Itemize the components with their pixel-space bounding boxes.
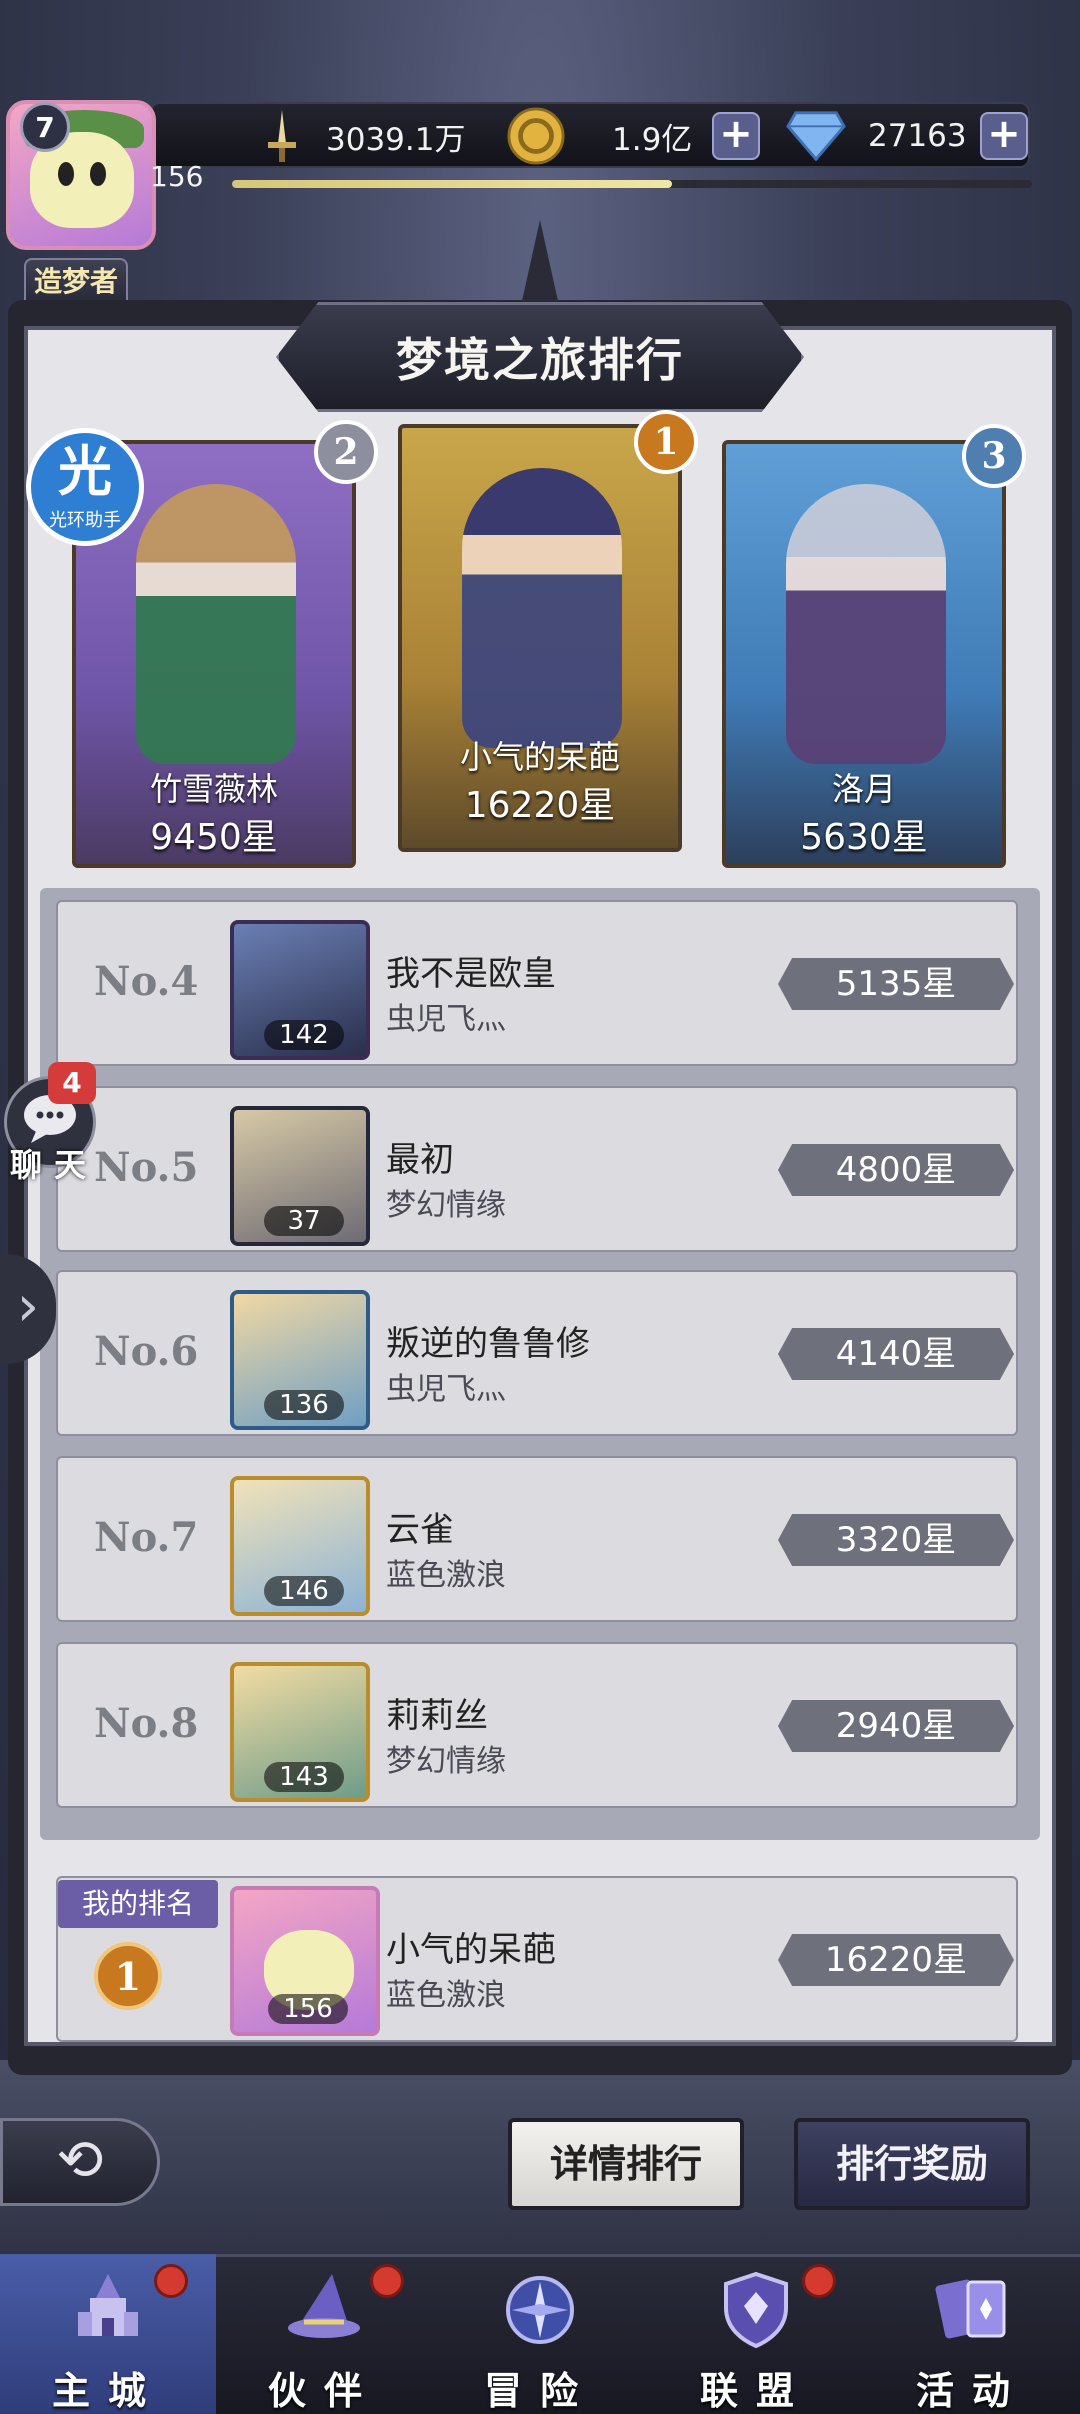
podium-stars: 5630星 <box>800 817 928 858</box>
player-portrait: 146 <box>230 1476 370 1616</box>
my-star-count: 16220星 <box>778 1934 1014 1986</box>
gold-coin-icon <box>506 106 566 166</box>
shield-icon <box>714 2268 798 2352</box>
diamond-resource: 27163 <box>786 106 967 166</box>
portrait-level: 136 <box>264 1390 344 1420</box>
rank-number: No.6 <box>94 1328 199 1375</box>
add-diamond-button[interactable]: + <box>980 112 1028 160</box>
podium-stars: 16220星 <box>464 785 616 826</box>
rank-number: No.7 <box>94 1514 199 1561</box>
my-rank-medal-icon: 1 <box>94 1942 162 2010</box>
diamond-value: 27163 <box>868 118 967 154</box>
notification-dot <box>370 2264 404 2298</box>
castle-icon <box>66 2268 150 2352</box>
player-name: 云雀 <box>386 1510 454 1550</box>
notification-dot <box>154 2264 188 2298</box>
player-name: 莉莉丝 <box>386 1696 488 1736</box>
my-name: 小气的呆葩 <box>386 1930 556 1970</box>
character-portrait <box>136 484 296 764</box>
vip-level-badge: 7 <box>20 102 70 152</box>
gold-value: 1.9亿 <box>612 121 693 158</box>
player-name: 最初 <box>386 1140 454 1180</box>
helper-label: 光环助手 <box>49 510 121 531</box>
portrait-level: 37 <box>264 1206 344 1236</box>
ranking-row[interactable]: No.8 143 莉莉丝 梦幻情缘 2940星 <box>56 1642 1018 1808</box>
ranking-reward-button[interactable]: 排行奖励 <box>794 2118 1030 2210</box>
star-count: 4800星 <box>778 1144 1014 1196</box>
portrait-level: 143 <box>264 1762 344 1792</box>
helper-glyph: 光 <box>58 440 112 503</box>
cards-icon <box>930 2268 1014 2352</box>
podium-stars: 9450星 <box>150 817 278 858</box>
power-resource: 3039.1万 <box>252 106 465 166</box>
compass-icon <box>498 2268 582 2352</box>
portrait-level: 156 <box>268 1994 348 2024</box>
rank-medal-icon: 3 <box>962 424 1026 488</box>
podium-card-rank-1[interactable]: 小气的呆葩 16220星 <box>398 424 682 852</box>
guild-name: 梦幻情缘 <box>386 1188 506 1223</box>
sword-icon <box>252 106 312 166</box>
rank-medal-icon: 2 <box>314 420 378 484</box>
rank-number: No.8 <box>94 1700 199 1747</box>
my-rank-label: 我的排名 <box>58 1880 218 1928</box>
player-portrait: 143 <box>230 1662 370 1802</box>
player-portrait: 142 <box>230 920 370 1060</box>
nav-label: 冒险 <box>483 2369 596 2413</box>
power-value: 3039.1万 <box>326 121 466 158</box>
nav-label: 联盟 <box>699 2369 812 2413</box>
panel-title-banner: 梦境之旅排行 <box>276 302 804 412</box>
star-count: 3320星 <box>778 1514 1014 1566</box>
character-portrait <box>786 484 946 764</box>
rank-number: No.5 <box>94 1144 199 1191</box>
my-portrait: 156 <box>230 1886 380 2036</box>
podium-name: 小气的呆葩 <box>459 738 620 776</box>
panel-title: 梦境之旅排行 <box>396 333 684 387</box>
ranking-row[interactable]: No.6 136 叛逆的鲁鲁修 虫児飞灬 4140星 <box>56 1270 1018 1436</box>
portrait-level: 142 <box>264 1020 344 1050</box>
gold-resource: 1.9亿 <box>506 106 692 166</box>
player-level: 156 <box>150 160 204 193</box>
nav-item-events[interactable]: 活动 <box>864 2254 1080 2414</box>
nav-label: 伙伴 <box>267 2369 380 2413</box>
xp-progress-track <box>232 180 1032 188</box>
add-gold-button[interactable]: + <box>712 112 760 160</box>
chat-unread-badge: 4 <box>48 1062 96 1104</box>
my-guild: 蓝色激浪 <box>386 1978 506 2013</box>
nav-item-adventure[interactable]: 冒险 <box>432 2254 648 2414</box>
player-portrait: 136 <box>230 1290 370 1430</box>
ranking-row[interactable]: No.7 146 云雀 蓝色激浪 3320星 <box>56 1456 1018 1622</box>
player-name: 我不是欧皇 <box>386 954 556 994</box>
star-count: 5135星 <box>778 958 1014 1010</box>
detail-ranking-button[interactable]: 详情排行 <box>508 2118 744 2210</box>
ranking-row[interactable]: No.4 142 我不是欧皇 虫児飞灬 5135星 <box>56 900 1018 1066</box>
guild-name: 梦幻情缘 <box>386 1744 506 1779</box>
player-portrait: 37 <box>230 1106 370 1246</box>
guild-name: 蓝色激浪 <box>386 1558 506 1593</box>
guild-name: 虫児飞灬 <box>386 1002 506 1037</box>
helper-button[interactable]: 光 光环助手 <box>26 428 144 546</box>
diamond-icon <box>786 106 846 166</box>
xp-progress-fill <box>232 180 672 188</box>
portrait-level: 146 <box>264 1576 344 1606</box>
ranking-row[interactable]: No.5 37 最初 梦幻情缘 4800星 <box>56 1086 1018 1252</box>
nav-label: 主城 <box>51 2369 164 2413</box>
chat-label: 聊天 <box>10 1146 99 1184</box>
character-portrait <box>462 468 622 748</box>
podium-name: 洛月 <box>831 770 896 808</box>
guild-name: 虫児飞灬 <box>386 1372 506 1407</box>
back-button[interactable]: ⟲ <box>0 2118 160 2206</box>
podium-card-rank-3[interactable]: 洛月 5630星 <box>722 440 1006 868</box>
witch-hat-icon <box>282 2268 366 2352</box>
player-name: 叛逆的鲁鲁修 <box>386 1324 590 1364</box>
podium-name: 竹雪薇林 <box>149 770 278 808</box>
notification-dot <box>802 2264 836 2298</box>
rank-medal-icon: 1 <box>634 410 698 474</box>
star-count: 2940星 <box>778 1700 1014 1752</box>
nav-label: 活动 <box>915 2369 1028 2413</box>
top-hud: 7 156 造梦者 ✦✦✦✦✦ 3039.1万 1.9亿 + 27163 + <box>0 0 1080 329</box>
rank-number: No.4 <box>94 958 199 1005</box>
star-count: 4140星 <box>778 1328 1014 1380</box>
